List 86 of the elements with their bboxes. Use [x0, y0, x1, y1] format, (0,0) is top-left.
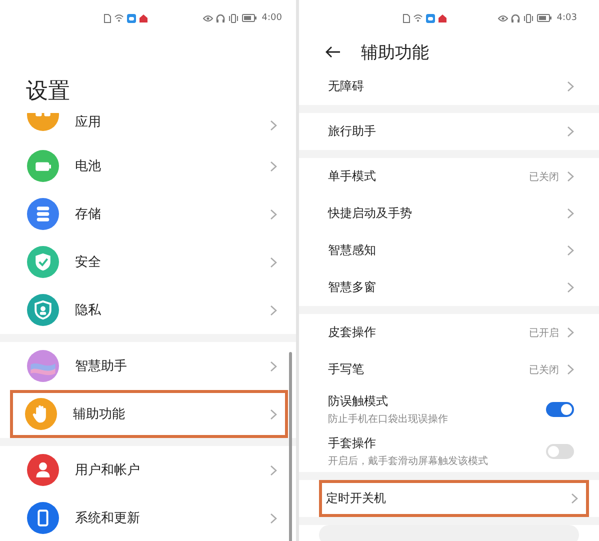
- cloud-app-icon: [127, 14, 136, 22]
- toggle-switch[interactable]: [546, 402, 574, 416]
- settings-item[interactable]: 辅助功能: [10, 390, 288, 438]
- item-label: 应用: [75, 114, 102, 131]
- settings-item[interactable]: 定时开关机: [319, 480, 589, 517]
- chevron-right-icon: [567, 327, 574, 338]
- item-label: 防误触模式: [328, 392, 389, 410]
- settings-item[interactable]: 手写笔 已关闭: [299, 351, 599, 388]
- item-description: 防止手机在口袋出现误操作: [328, 412, 449, 426]
- settings-item[interactable]: 防误触模式 防止手机在口袋出现误操作: [299, 388, 599, 430]
- settings-item[interactable]: 皮套操作 已开启: [299, 314, 599, 351]
- chevron-right-icon: [567, 364, 574, 375]
- item-label: 系统和更新: [75, 510, 141, 527]
- status-value: 已关闭: [529, 364, 559, 376]
- vibrate-icon: [522, 14, 534, 22]
- status-time: 4:03: [556, 13, 577, 23]
- eye-icon: [202, 14, 213, 22]
- status-value: 已关闭: [529, 170, 559, 184]
- item-label: 智慧多窗: [328, 279, 377, 296]
- item-label: 安全: [75, 254, 102, 271]
- sim-card-icon: [403, 14, 410, 22]
- page-title: 设置: [26, 78, 71, 106]
- chevron-right-icon: [270, 408, 277, 420]
- chevron-right-icon: [567, 81, 574, 92]
- item-label: 电池: [75, 158, 102, 175]
- item-label: 用户和帐户: [75, 462, 141, 479]
- item-label: 单手模式: [328, 168, 377, 185]
- chevron-right-icon: [270, 160, 277, 172]
- item-label: 存储: [75, 206, 102, 223]
- item-description: 开启后，戴手套滑动屏幕触发该模式: [328, 454, 489, 468]
- toggle-switch[interactable]: [546, 444, 574, 458]
- chevron-right-icon: [270, 120, 277, 131]
- chevron-right-icon: [270, 464, 277, 476]
- item-label: 手写笔: [328, 361, 365, 378]
- item-label: 快捷启动及手势: [328, 205, 413, 222]
- chevron-right-icon: [270, 304, 277, 316]
- chevron-right-icon: [567, 245, 574, 256]
- settings-item[interactable]: 安全: [0, 238, 296, 286]
- chevron-right-icon: [270, 208, 277, 220]
- item-label: 智慧感知: [328, 242, 377, 259]
- item-label: 智慧助手: [75, 358, 128, 375]
- settings-item[interactable]: 智慧多窗: [299, 269, 599, 306]
- app-notification-icon: [139, 14, 148, 22]
- wifi-icon: [114, 14, 124, 22]
- settings-item[interactable]: 快捷启动及手势: [299, 195, 599, 232]
- back-arrow-icon[interactable]: [325, 46, 341, 58]
- settings-item[interactable]: 电池: [0, 142, 296, 190]
- item-label: 辅助功能: [73, 406, 126, 423]
- settings-item[interactable]: 单手模式 已关闭: [299, 158, 599, 195]
- wifi-icon: [413, 14, 423, 22]
- chevron-right-icon: [567, 282, 574, 293]
- item-label: 隐私: [75, 302, 102, 319]
- item-label: 定时开关机: [326, 490, 387, 507]
- settings-item[interactable]: 智慧感知: [299, 232, 599, 269]
- item-label: 旅行助手: [328, 123, 377, 140]
- settings-item[interactable]: 手套操作 开启后，戴手套滑动屏幕触发该模式: [299, 430, 599, 472]
- settings-item[interactable]: 无障碍: [299, 68, 599, 105]
- page-title: 辅助功能: [361, 42, 429, 64]
- eye-icon: [498, 14, 508, 22]
- cloud-app-icon: [426, 14, 435, 22]
- settings-item[interactable]: 旅行助手: [299, 113, 599, 150]
- battery-icon: [242, 14, 257, 22]
- item-label: 皮套操作: [328, 324, 377, 341]
- vibrate-icon: [228, 14, 239, 22]
- settings-item[interactable]: 隐私: [0, 286, 296, 334]
- chevron-right-icon: [567, 126, 574, 137]
- app-notification-icon: [438, 14, 447, 22]
- headphones-icon: [216, 14, 225, 22]
- item-label: 手套操作: [328, 434, 377, 452]
- settings-item[interactable]: 应用: [0, 108, 296, 142]
- chevron-right-icon: [270, 512, 277, 524]
- settings-item[interactable]: 用户和帐户: [0, 446, 296, 494]
- chevron-right-icon: [270, 360, 277, 372]
- item-label: 无障碍: [328, 78, 365, 95]
- headphones-icon: [510, 14, 520, 22]
- settings-item[interactable]: 智慧助手: [0, 342, 296, 390]
- sim-card-icon: [104, 14, 111, 22]
- battery-icon: [536, 14, 552, 22]
- status-time: 4:00: [262, 13, 282, 23]
- settings-item[interactable]: 存储: [0, 190, 296, 238]
- settings-item[interactable]: 系统和更新: [0, 494, 296, 541]
- status-value: 已开启: [529, 326, 559, 340]
- chevron-right-icon: [567, 171, 574, 182]
- chevron-right-icon: [571, 493, 578, 504]
- chevron-right-icon: [567, 208, 574, 219]
- chevron-right-icon: [270, 256, 277, 268]
